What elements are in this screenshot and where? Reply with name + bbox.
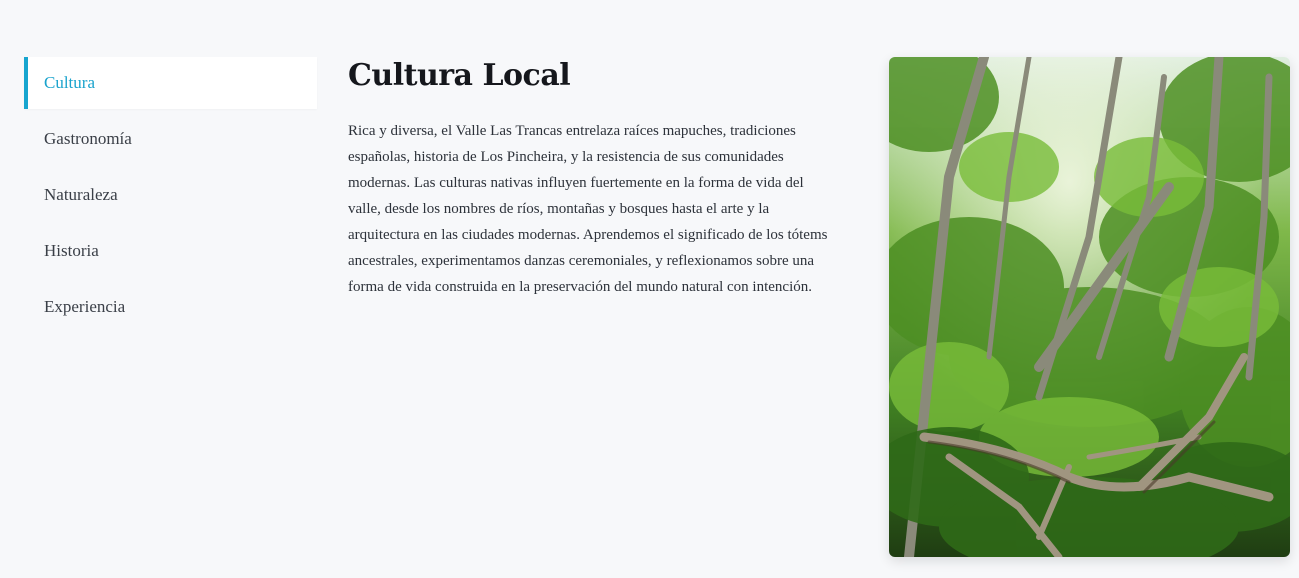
sidebar-item-historia[interactable]: Historia xyxy=(24,225,317,277)
sidebar-item-experiencia[interactable]: Experiencia xyxy=(24,281,317,333)
sidebar-item-label: Gastronomía xyxy=(44,129,132,148)
sidebar-item-gastronomia[interactable]: Gastronomía xyxy=(24,113,317,165)
description-paragraph: Rica y diversa, el Valle Las Trancas ent… xyxy=(348,123,828,295)
forest-illustration xyxy=(889,57,1290,557)
page: Cultura Gastronomía Naturaleza Historia … xyxy=(0,0,1299,578)
sidebar-item-naturaleza[interactable]: Naturaleza xyxy=(24,169,317,221)
page-title: Cultura Local xyxy=(348,58,571,93)
sidebar-item-label: Naturaleza xyxy=(44,185,118,204)
sidebar-item-label: Experiencia xyxy=(44,297,126,316)
sidebar-nav: Cultura Gastronomía Naturaleza Historia … xyxy=(24,57,317,337)
forest-photo xyxy=(889,57,1290,557)
sidebar-item-label: Cultura xyxy=(44,73,95,92)
sidebar-item-label: Historia xyxy=(44,241,99,260)
sidebar-item-cultura[interactable]: Cultura xyxy=(24,57,317,109)
content-section: Cultura Local Rica y diversa, el Valle L… xyxy=(348,57,828,300)
